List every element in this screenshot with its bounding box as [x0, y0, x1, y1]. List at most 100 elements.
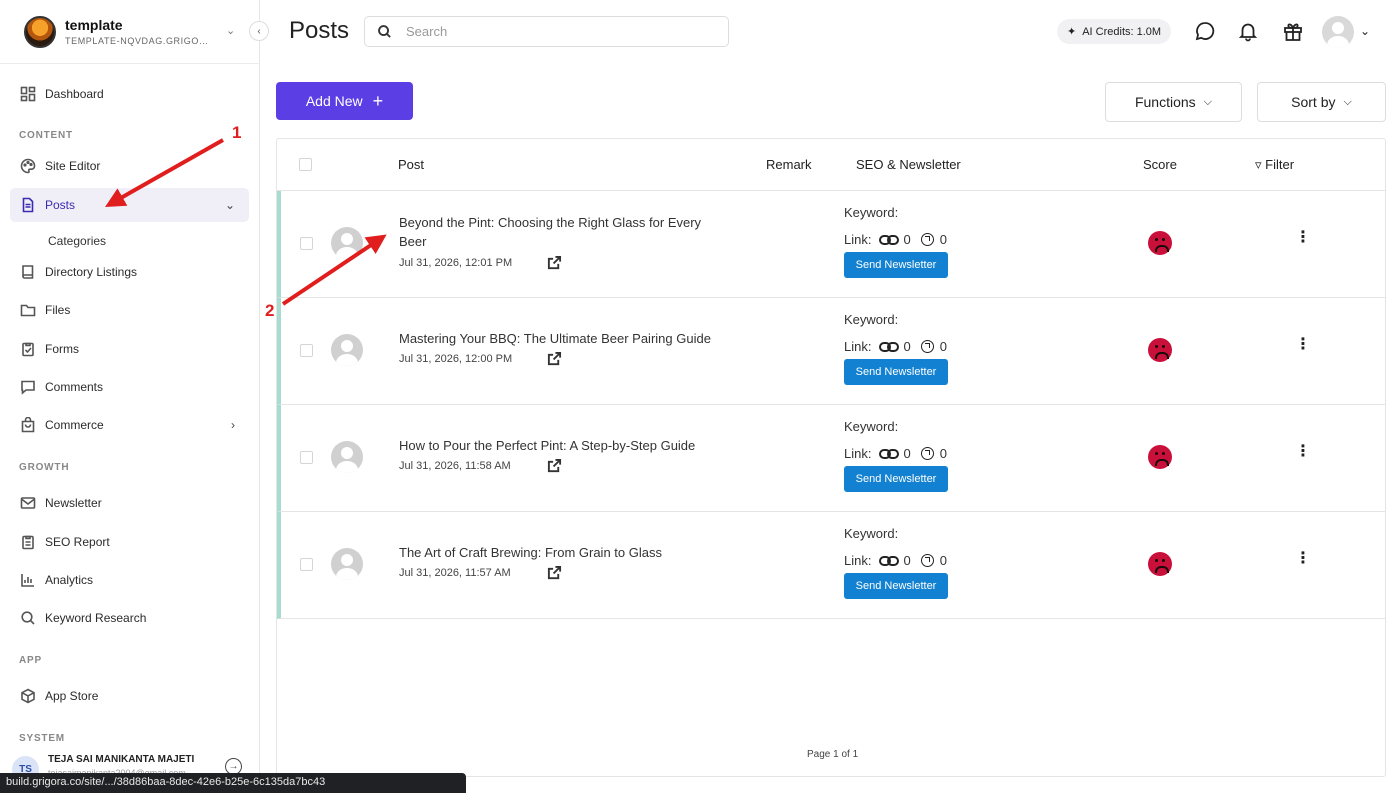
- report-icon: [22, 535, 34, 550]
- sidebar: template TEMPLATE-NQVDAG.GRIGOR... ⌄ ‹ D…: [0, 0, 269, 793]
- chevron-down-icon[interactable]: ⌄: [1360, 24, 1370, 38]
- external-link-icon[interactable]: [547, 565, 562, 580]
- table-row[interactable]: How to Pour the Perfect Pint: A Step-by-…: [277, 405, 1385, 512]
- section-label-system: SYSTEM: [19, 733, 65, 744]
- site-switcher[interactable]: template TEMPLATE-NQVDAG.GRIGOR... ⌄: [0, 0, 259, 64]
- link-stats: Link: 0 0: [844, 446, 947, 461]
- search-icon: [378, 25, 391, 38]
- table-row[interactable]: Beyond the Pint: Choosing the Right Glas…: [277, 191, 1385, 298]
- sidebar-item-label: Commerce: [45, 418, 104, 432]
- external-link-icon[interactable]: [547, 255, 562, 270]
- table-row[interactable]: Mastering Your BBQ: The Ultimate Beer Pa…: [277, 298, 1385, 405]
- annotation-number-1: 1: [232, 123, 242, 142]
- section-label-content: CONTENT: [19, 130, 73, 141]
- outbound-link-icon: [920, 340, 934, 353]
- plus-icon: +: [372, 91, 384, 111]
- external-link-icon[interactable]: [547, 351, 562, 366]
- sidebar-item-label: Files: [45, 303, 71, 317]
- clipboard-icon: [22, 342, 34, 357]
- sidebar-item-seo-report[interactable]: SEO Report: [10, 525, 249, 559]
- sidebar-item-files[interactable]: Files: [10, 293, 249, 327]
- gift-icon[interactable]: [1282, 20, 1304, 42]
- sidebar-item-label: Site Editor: [45, 159, 101, 173]
- sad-face-icon: [1148, 338, 1172, 362]
- sad-face-icon: [1148, 231, 1172, 255]
- profile-avatar[interactable]: [1322, 16, 1354, 48]
- site-subtitle: TEMPLATE-NQVDAG.GRIGOR...: [65, 36, 215, 46]
- ai-credits-badge[interactable]: ✦ AI Credits: 1.0M: [1057, 19, 1172, 44]
- keyword-label: Keyword:: [844, 205, 899, 220]
- post-title-link[interactable]: Mastering Your BBQ: The Ultimate Beer Pa…: [399, 329, 729, 348]
- chevron-right-icon[interactable]: ›: [231, 418, 235, 432]
- functions-button[interactable]: Functions ⌵: [1105, 82, 1242, 122]
- post-title-link[interactable]: Beyond the Pint: Choosing the Right Glas…: [399, 213, 729, 251]
- site-name: template: [65, 17, 123, 33]
- sidebar-item-dashboard[interactable]: Dashboard: [10, 77, 249, 111]
- cube-icon: [21, 688, 35, 704]
- select-all-checkbox[interactable]: [299, 158, 312, 171]
- row-checkbox[interactable]: [300, 344, 313, 357]
- chevron-updown-icon[interactable]: ⌄: [226, 24, 235, 37]
- external-link-count: 0: [939, 339, 947, 354]
- link-label: Link:: [844, 553, 872, 568]
- link-icon: [879, 341, 900, 352]
- status-bar-url: build.grigora.co/site/.../38d86baa-8dec-…: [0, 773, 466, 793]
- internal-link-count: 0: [903, 232, 911, 247]
- post-title-link[interactable]: How to Pour the Perfect Pint: A Step-by-…: [399, 436, 729, 455]
- internal-link-count: 0: [903, 339, 911, 354]
- shopping-bag-icon: [21, 417, 35, 433]
- sidebar-item-directory-listings[interactable]: Directory Listings: [10, 255, 249, 289]
- external-link-icon[interactable]: [547, 458, 562, 473]
- sidebar-item-newsletter[interactable]: Newsletter: [10, 486, 249, 520]
- outbound-link-icon: [920, 554, 934, 567]
- row-checkbox[interactable]: [300, 237, 313, 250]
- sort-by-button[interactable]: Sort by ⌵: [1257, 82, 1386, 122]
- add-new-button[interactable]: Add New +: [276, 82, 413, 120]
- row-checkbox[interactable]: [300, 451, 313, 464]
- send-newsletter-button[interactable]: Send Newsletter: [844, 466, 948, 492]
- filter-label: Filter: [1265, 157, 1295, 172]
- collapse-sidebar-button[interactable]: ‹: [249, 21, 269, 41]
- external-link-count: 0: [939, 553, 947, 568]
- chevron-down-icon[interactable]: ⌄: [225, 198, 235, 212]
- keyword-label: Keyword:: [844, 526, 899, 541]
- column-seo-newsletter: SEO & Newsletter: [856, 157, 961, 172]
- sidebar-item-commerce[interactable]: Commerce ›: [10, 408, 249, 442]
- more-options-icon[interactable]: ⋮: [1295, 444, 1311, 460]
- page-title: Posts: [289, 17, 350, 44]
- send-newsletter-button[interactable]: Send Newsletter: [844, 573, 948, 599]
- send-newsletter-button[interactable]: Send Newsletter: [844, 359, 948, 385]
- post-date: Jul 31, 2026, 11:58 AM: [399, 460, 511, 472]
- internal-link-count: 0: [903, 553, 911, 568]
- sidebar-item-posts[interactable]: Posts ⌄: [10, 188, 249, 222]
- bell-icon[interactable]: [1237, 20, 1259, 42]
- search-box[interactable]: [364, 16, 729, 47]
- link-icon: [879, 555, 900, 566]
- sidebar-item-comments[interactable]: Comments: [10, 370, 249, 404]
- filter-button[interactable]: ▿ Filter: [1255, 157, 1294, 173]
- link-label: Link:: [844, 339, 872, 354]
- filter-icon: ▿: [1255, 157, 1262, 172]
- search-input[interactable]: [406, 24, 706, 39]
- sidebar-item-label: Directory Listings: [45, 265, 138, 279]
- sidebar-item-site-editor[interactable]: Site Editor: [10, 149, 249, 183]
- sidebar-item-app-store[interactable]: App Store: [10, 679, 249, 713]
- link-label: Link:: [844, 232, 872, 247]
- more-options-icon[interactable]: ⋮: [1295, 337, 1311, 353]
- more-options-icon[interactable]: ⋮: [1295, 551, 1311, 567]
- sidebar-item-analytics[interactable]: Analytics: [10, 563, 249, 597]
- post-title-link[interactable]: The Art of Craft Brewing: From Grain to …: [399, 543, 729, 562]
- send-newsletter-button[interactable]: Send Newsletter: [844, 252, 948, 278]
- sidebar-item-label: Newsletter: [45, 496, 102, 510]
- table-row[interactable]: The Art of Craft Brewing: From Grain to …: [277, 512, 1385, 619]
- link-icon: [879, 234, 900, 245]
- column-score: Score: [1143, 157, 1177, 172]
- sidebar-item-keyword-research[interactable]: Keyword Research: [10, 601, 249, 635]
- row-checkbox[interactable]: [300, 558, 313, 571]
- sidebar-item-forms[interactable]: Forms: [10, 332, 249, 366]
- table-header: Post Remark SEO & Newsletter Score ▿ Fil…: [277, 139, 1385, 191]
- sidebar-subitem-categories[interactable]: Categories: [48, 234, 106, 248]
- more-options-icon[interactable]: ⋮: [1295, 230, 1311, 246]
- chat-icon[interactable]: [1194, 20, 1216, 42]
- chevron-down-icon: ⌵: [1343, 95, 1352, 108]
